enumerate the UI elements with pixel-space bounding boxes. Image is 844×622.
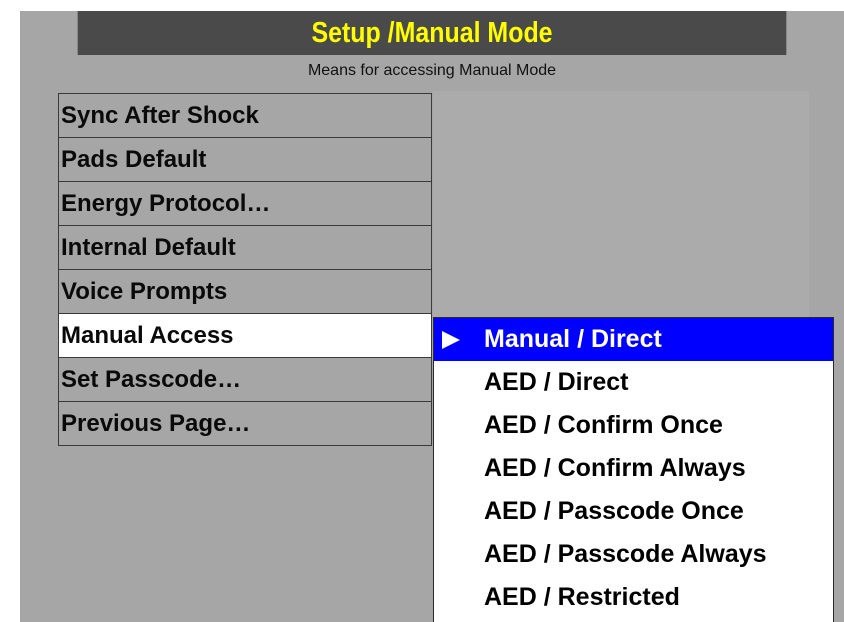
option-aed-confirm-once[interactable]: AED / Confirm Once bbox=[434, 404, 833, 447]
option-label: AED / Passcode Once bbox=[484, 497, 744, 525]
menu-item-manual-access[interactable]: Manual Access bbox=[58, 314, 432, 358]
option-manual-direct[interactable]: Manual / Direct bbox=[434, 318, 833, 361]
detail-panel bbox=[433, 91, 809, 321]
option-aed-passcode-always[interactable]: AED / Passcode Always bbox=[434, 533, 833, 576]
menu-item-pads-default[interactable]: Pads Default bbox=[58, 138, 432, 182]
menu-item-voice-prompts[interactable]: Voice Prompts bbox=[58, 270, 432, 314]
page-subtitle: Means for accessing Manual Mode bbox=[307, 62, 557, 79]
option-label: AED / Direct bbox=[484, 368, 629, 396]
option-label: AED / Passcode Always bbox=[484, 540, 767, 568]
menu-item-internal-default[interactable]: Internal Default bbox=[58, 226, 432, 270]
option-label: Manual / Direct bbox=[484, 325, 662, 353]
option-aed-restricted[interactable]: AED / Restricted bbox=[434, 576, 833, 619]
option-label: AED / Confirm Once bbox=[484, 411, 723, 439]
manual-access-dropdown: Manual / Direct AED / Direct AED / Confi… bbox=[433, 317, 834, 622]
menu-item-sync-after-shock[interactable]: Sync After Shock bbox=[58, 93, 432, 138]
option-aed-passcode-once[interactable]: AED / Passcode Once bbox=[434, 490, 833, 533]
option-aed-confirm-always[interactable]: AED / Confirm Always bbox=[434, 447, 833, 490]
option-label: AED / Confirm Always bbox=[484, 454, 746, 482]
menu-item-energy-protocol[interactable]: Energy Protocol… bbox=[58, 182, 432, 226]
device-screen: Setup /Manual Mode Means for accessing M… bbox=[20, 11, 844, 622]
menu-item-set-passcode[interactable]: Set Passcode… bbox=[58, 358, 432, 402]
menu-item-previous-page[interactable]: Previous Page… bbox=[58, 402, 432, 446]
option-label: AED / Restricted bbox=[484, 583, 680, 611]
setup-menu: Sync After Shock Pads Default Energy Pro… bbox=[58, 93, 432, 446]
option-aed-direct[interactable]: AED / Direct bbox=[434, 361, 833, 404]
page-title: Setup /Manual Mode bbox=[77, 11, 787, 55]
right-triangle-arrow-icon bbox=[442, 331, 460, 349]
